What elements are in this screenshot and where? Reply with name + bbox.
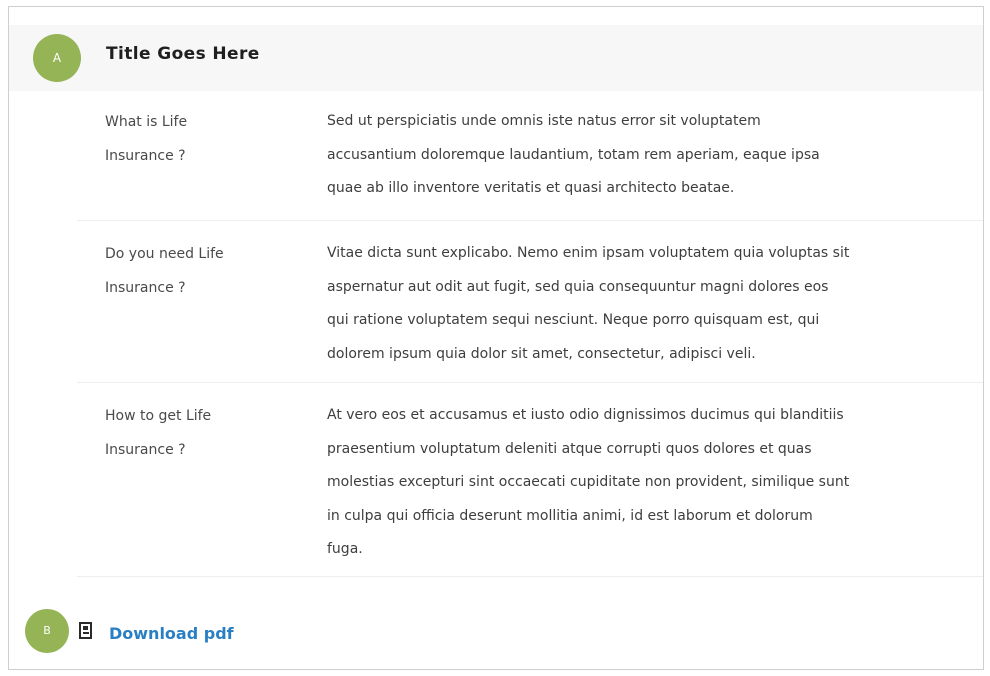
faq-question: Do you need Life Insurance ? <box>77 237 327 382</box>
annotation-marker-b: B <box>25 609 69 653</box>
faq-answer: Vitae dicta sunt explicabo. Nemo enim ip… <box>327 237 967 382</box>
faq-question-line: Do you need Life <box>105 246 224 262</box>
faq-answer-line: dolorem ipsum quia dolor sit amet, conse… <box>327 345 756 362</box>
faq-answer-line: molestias excepturi sint occaecati cupid… <box>327 474 850 490</box>
faq-list: What is Life Insurance ? Sed ut perspici… <box>77 91 983 577</box>
faq-answer-line: fuga. <box>327 541 363 557</box>
faq-answer-line: At vero eos et accusamus et iusto odio d… <box>327 407 844 423</box>
faq-question: What is Life Insurance ? <box>77 105 327 220</box>
faq-question-line: What is Life <box>105 114 188 130</box>
faq-row: How to get Life Insurance ? At vero eos … <box>77 383 983 577</box>
panel-header: A Title Goes Here <box>9 25 983 91</box>
faq-answer: Sed ut perspiciatis unde omnis iste natu… <box>327 105 967 220</box>
faq-answer-line: quae ab illo inventore veritatis et quas… <box>327 180 735 196</box>
annotation-marker-a: A <box>33 34 81 82</box>
faq-answer-line: Sed ut perspiciatis unde omnis iste natu… <box>327 113 761 129</box>
faq-question-line: Insurance ? <box>105 148 186 164</box>
download-pdf-link[interactable]: Download pdf <box>109 624 234 643</box>
faq-row: What is Life Insurance ? Sed ut perspici… <box>77 91 983 221</box>
faq-answer-line: aspernatur aut odit aut fugit, sed quia … <box>327 278 829 295</box>
faq-question-line: How to get Life <box>105 408 212 424</box>
faq-answer-line: in culpa qui officia deserunt mollitia a… <box>327 507 813 524</box>
faq-answer-line: accusantium doloremque laudantium, totam… <box>327 146 820 163</box>
panel-footer: B Download pdf <box>9 605 983 665</box>
faq-question-line: Insurance ? <box>105 280 186 296</box>
faq-row: Do you need Life Insurance ? Vitae dicta… <box>77 221 983 383</box>
faq-question-line: Insurance ? <box>105 442 186 458</box>
faq-answer-line: qui ratione voluptatem sequi nesciunt. N… <box>327 312 820 328</box>
faq-answer-line: praesentium voluptatum deleniti atque co… <box>327 440 812 457</box>
faq-panel: A Title Goes Here What is Life Insurance… <box>8 6 984 670</box>
faq-answer: At vero eos et accusamus et iusto odio d… <box>327 399 967 576</box>
page-title: Title Goes Here <box>106 44 260 64</box>
pdf-file-icon[interactable] <box>79 622 92 639</box>
faq-answer-line: Vitae dicta sunt explicabo. Nemo enim ip… <box>327 245 850 261</box>
faq-question: How to get Life Insurance ? <box>77 399 327 576</box>
